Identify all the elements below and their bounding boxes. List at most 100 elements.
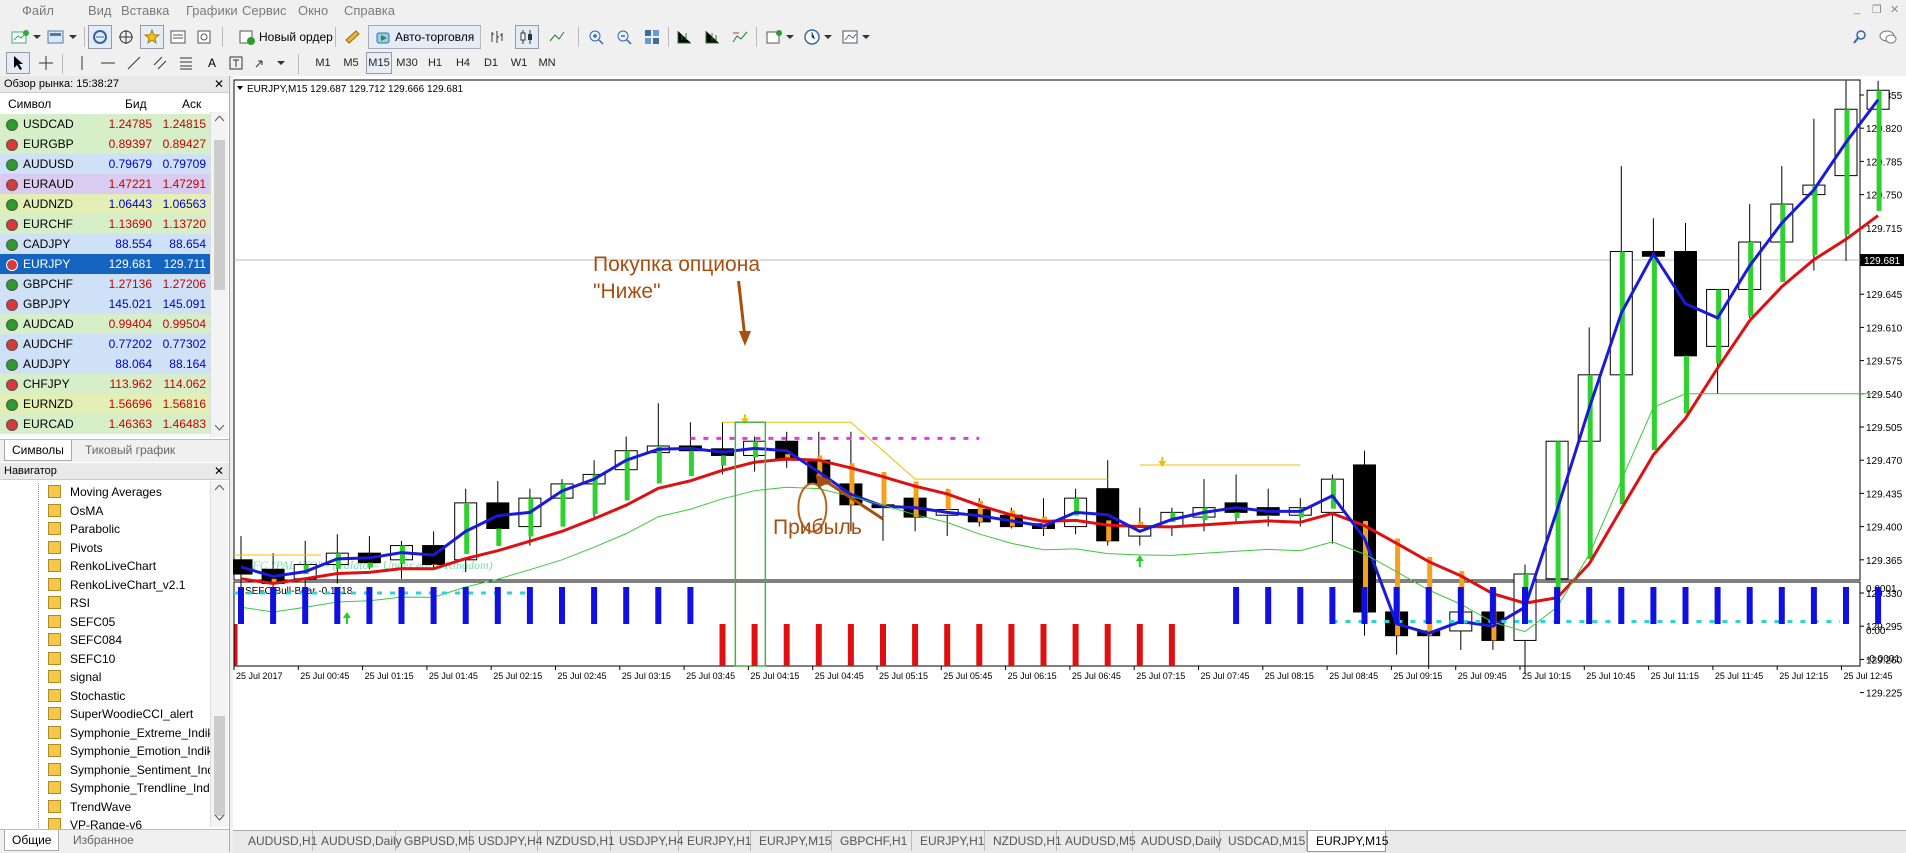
scroll-down-icon[interactable]: [215, 815, 224, 821]
close-icon[interactable]: ✕: [214, 76, 224, 92]
chevron-down-icon[interactable]: [68, 25, 78, 49]
search-icon[interactable]: [1848, 25, 1872, 49]
zoom-out-icon[interactable]: [612, 25, 636, 49]
chat-icon[interactable]: [1876, 25, 1900, 49]
chevron-down-icon[interactable]: [785, 25, 795, 49]
metaeditor-icon[interactable]: [340, 25, 364, 49]
autotrading-button[interactable]: Авто-торговля: [368, 25, 482, 49]
menu-help[interactable]: Справка: [344, 3, 395, 18]
tab-tick-chart[interactable]: Тиковый график: [78, 440, 182, 460]
navigator-item[interactable]: RenkoLiveChart_v2.1: [48, 576, 210, 594]
market-watch-scrollbar[interactable]: [210, 112, 228, 437]
periods-clock-icon[interactable]: [800, 25, 824, 49]
symbol-row[interactable]: CHFJPY 113.962 114.062: [0, 374, 210, 394]
channel-icon[interactable]: [148, 52, 172, 74]
symbol-row[interactable]: EURJPY 129.681 129.711: [0, 254, 210, 274]
minimize-icon[interactable]: _: [1854, 3, 1860, 15]
timeframe-m30[interactable]: M30: [394, 52, 420, 74]
navigator-item[interactable]: OsMA: [48, 502, 210, 520]
menu-service[interactable]: Сервис: [242, 3, 287, 18]
navigator-item[interactable]: Symphonie_Sentiment_Indikator: [48, 761, 210, 779]
navigator-scrollbar[interactable]: [210, 481, 228, 827]
chart-tab[interactable]: AUDUSD,Daily: [1133, 831, 1222, 851]
navigator-item[interactable]: RSI: [48, 594, 210, 612]
symbol-row[interactable]: EURNZD 1.56696 1.56816: [0, 394, 210, 414]
chart-tab[interactable]: AUDUSD,M5: [1057, 831, 1136, 851]
autoscroll-icon[interactable]: [672, 25, 696, 49]
navigator-item[interactable]: Stochastic: [48, 687, 210, 705]
chart-tab[interactable]: EURJPY,H1: [679, 831, 751, 851]
candlestick-icon[interactable]: [515, 25, 539, 49]
horizontal-line-icon[interactable]: [96, 52, 120, 74]
tab-general[interactable]: Общие: [4, 830, 60, 851]
chart-shift-icon[interactable]: [700, 25, 724, 49]
scroll-thumb[interactable]: [214, 140, 225, 290]
close-icon[interactable]: ✕: [214, 463, 224, 479]
zoom-in-icon[interactable]: [584, 25, 608, 49]
timeframe-h1[interactable]: H1: [422, 52, 448, 74]
indicators-icon[interactable]: [728, 25, 752, 49]
navigator-item[interactable]: Symphonie_Trendline_Indikator: [48, 779, 210, 797]
terminal-icon[interactable]: [166, 25, 190, 49]
symbol-row[interactable]: GBPCHF 1.27136 1.27206: [0, 274, 210, 294]
symbol-row[interactable]: EURCHF 1.13690 1.13720: [0, 214, 210, 234]
chart-tab[interactable]: NZDUSD,H1: [538, 831, 615, 851]
chart-tab[interactable]: AUDUSD,H1: [240, 831, 317, 851]
symbol-row[interactable]: AUDNZD 1.06443 1.06563: [0, 194, 210, 214]
column-ask[interactable]: Аск: [182, 97, 201, 111]
symbol-row[interactable]: AUDCHF 0.77202 0.77302: [0, 334, 210, 354]
chart-tab[interactable]: GBPCHF,H1: [832, 831, 912, 851]
chevron-down-icon[interactable]: [823, 25, 833, 49]
trendline-icon[interactable]: [122, 52, 146, 74]
restore-icon[interactable]: ❐: [1872, 3, 1882, 16]
chart-tab[interactable]: USDJPY,H4: [611, 831, 683, 851]
chart-tab[interactable]: EURJPY,M15: [1307, 831, 1388, 852]
navigator-item[interactable]: SEFC084: [48, 631, 210, 649]
chart-tab[interactable]: USDCAD,M15: [1220, 831, 1307, 851]
chart-tab[interactable]: GBPUSD,M5: [396, 831, 475, 851]
symbol-row[interactable]: AUDUSD 0.79679 0.79709: [0, 154, 210, 174]
tile-windows-icon[interactable]: [640, 25, 664, 49]
navigator-item[interactable]: SuperWoodieCCI_alert: [48, 705, 210, 723]
tester-icon[interactable]: [192, 25, 216, 49]
column-bid[interactable]: Бид: [125, 97, 147, 111]
navigator-item[interactable]: signal: [48, 668, 210, 686]
navigator-item[interactable]: Moving Averages: [48, 483, 210, 501]
new-order-button[interactable]: Новый ордер: [232, 25, 340, 49]
menu-window[interactable]: Окно: [298, 3, 328, 18]
scroll-thumb[interactable]: [214, 716, 225, 816]
close-icon[interactable]: ✕: [1890, 3, 1899, 16]
menu-charts[interactable]: Графики: [186, 3, 238, 18]
scroll-up-icon[interactable]: [215, 116, 224, 122]
menu-file[interactable]: Файл: [22, 3, 54, 18]
navigator-item[interactable]: SEFC10: [48, 650, 210, 668]
crosshair-icon[interactable]: [34, 52, 58, 74]
chart-tab[interactable]: NZDUSD,H1: [985, 831, 1062, 851]
navigator-item[interactable]: TrendWave: [48, 798, 210, 816]
timeframe-d1[interactable]: D1: [478, 52, 504, 74]
chart-tab[interactable]: AUDUSD,Daily: [313, 831, 402, 851]
chart-tab[interactable]: EURJPY,H1: [912, 831, 985, 851]
tab-symbols[interactable]: Символы: [4, 440, 72, 461]
symbol-row[interactable]: USDCAD 1.24785 1.24815: [0, 114, 210, 134]
navigator-item[interactable]: Pivots: [48, 539, 210, 557]
symbol-row[interactable]: EURCAD 1.46363 1.46483: [0, 414, 210, 434]
bar-chart-icon[interactable]: [485, 25, 509, 49]
navigator-item[interactable]: SEFC05: [48, 613, 210, 631]
symbol-row[interactable]: EURGBP 0.89397 0.89427: [0, 134, 210, 154]
column-symbol[interactable]: Символ: [8, 97, 51, 111]
menu-insert[interactable]: Вставка: [121, 3, 169, 18]
timeframe-w1[interactable]: W1: [506, 52, 532, 74]
data-window-icon[interactable]: [114, 25, 138, 49]
navigator-icon[interactable]: [140, 25, 164, 49]
navigator-item[interactable]: Symphonie_Emotion_Indikator: [48, 742, 210, 760]
scroll-up-icon[interactable]: [215, 485, 224, 491]
symbol-row[interactable]: GBPJPY 145.021 145.091: [0, 294, 210, 314]
profiles-icon[interactable]: [44, 25, 68, 49]
cursor-icon[interactable]: [6, 52, 30, 74]
chevron-down-icon[interactable]: [861, 25, 871, 49]
chart-tab[interactable]: USDJPY,H4: [470, 831, 542, 851]
fibonacci-icon[interactable]: [174, 52, 198, 74]
symbol-row[interactable]: EURAUD 1.47221 1.47291: [0, 174, 210, 194]
text-icon[interactable]: A: [200, 52, 224, 74]
